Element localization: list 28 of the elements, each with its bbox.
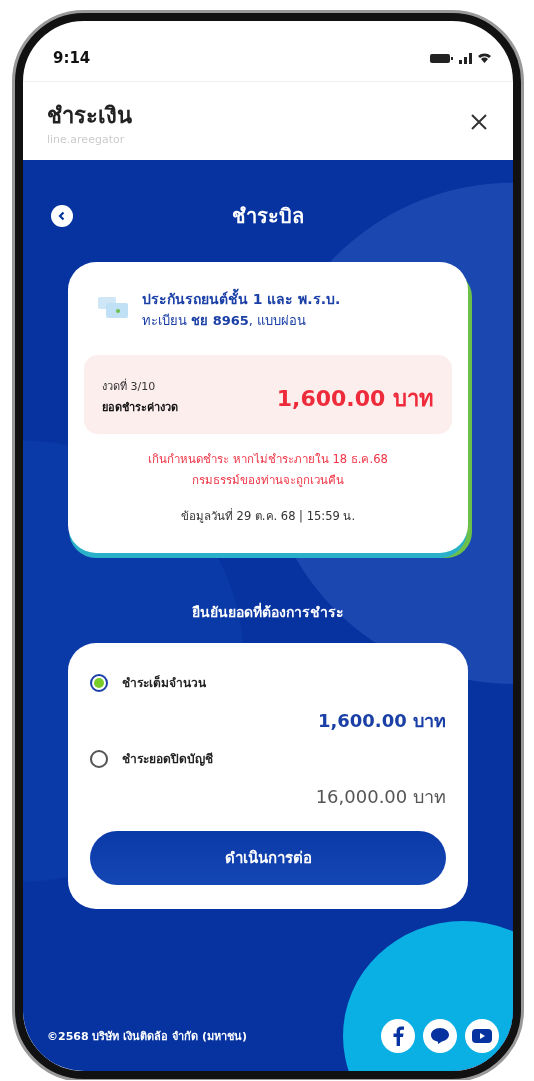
copyright-text: ©2568 บริษัท เงินติดล้อ จำกัด (มหาชน): [47, 1029, 247, 1045]
play-icon: [472, 1029, 492, 1043]
payment-option[interactable]: ชำระเต็มจำนวน: [90, 673, 446, 692]
updated-text: ข้อมูลวันที่ 29 ต.ค. 68 | 15:59 น.: [179, 507, 357, 525]
close-button[interactable]: [469, 112, 489, 132]
continue-button[interactable]: ดำเนินการต่อ: [90, 831, 446, 885]
wifi-icon: [478, 53, 491, 63]
product-title: ประกันรถยนต์ชั้น 1 และ พ.ร.บ.: [142, 288, 341, 310]
card-icon: [96, 294, 130, 320]
facebook-icon: [391, 1026, 405, 1046]
warning-text: กรมธรรม์ของท่านจะถูกเวนคืน: [191, 472, 345, 489]
status-time: 9:14: [53, 49, 91, 67]
chevron-left-icon: [57, 211, 67, 221]
battery-icon: [430, 53, 453, 63]
header-title: ชำระเงิน: [47, 102, 132, 130]
back-button[interactable]: [51, 205, 73, 227]
product-subtitle: ทะเบียน ชย 8965, แบบผ่อน: [142, 312, 308, 330]
signal-icon: [459, 52, 472, 64]
installment-amount: 1,600.00 บาท: [276, 385, 434, 413]
page-title: ชำระบิล: [231, 203, 305, 230]
option-amount: 1,600.00 บาท: [317, 709, 446, 733]
amount-label: ยอดชำระค่างวด: [102, 400, 178, 416]
warning-text: เกินกำหนดชำระ หากไม่ชำระภายใน 18 ธ.ค.68: [147, 451, 389, 468]
option-amount: 16,000.00 บาท: [315, 785, 446, 809]
payment-option[interactable]: ชำระยอดปิดบัญชี: [90, 749, 446, 768]
chat-bubble-icon: [430, 1027, 450, 1045]
installment-label: งวดที่ 3/10: [102, 377, 157, 395]
section-title: ยืนยันยอดที่ต้องการชำระ: [192, 601, 344, 622]
